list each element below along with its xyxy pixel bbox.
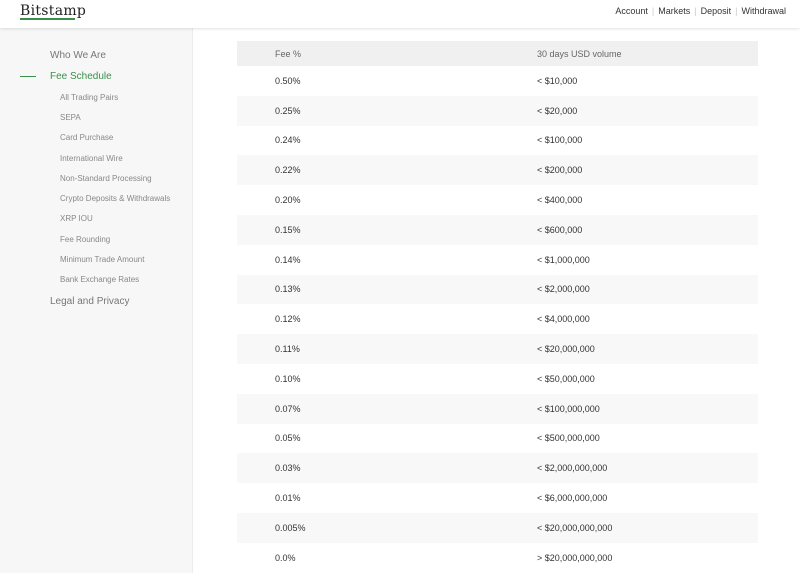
volume-cell: < $20,000,000,000 bbox=[537, 522, 613, 533]
nav-markets[interactable]: Markets bbox=[654, 6, 694, 16]
table-row: 0.15% < $600,000 bbox=[237, 214, 758, 245]
fee-table: Fee % 30 days USD volume 0.50% < $10,000 0… bbox=[237, 41, 758, 573]
table-row: 0.10% < $50,000,000 bbox=[237, 364, 758, 394]
sidebar-item-who-we-are[interactable]: Who We Are bbox=[50, 50, 106, 61]
fee-cell: 0.13% bbox=[275, 284, 301, 295]
sidebar-subitem-sepa[interactable]: SEPA bbox=[60, 113, 81, 122]
logo-underline bbox=[20, 18, 75, 20]
fee-cell: 0.25% bbox=[275, 105, 301, 116]
table-row: 0.13% < $2,000,000 bbox=[237, 274, 758, 305]
fee-cell: 0.05% bbox=[275, 433, 301, 444]
sidebar-subitem-international-wire[interactable]: International Wire bbox=[60, 154, 123, 163]
volume-cell: < $6,000,000,000 bbox=[537, 493, 608, 504]
sidebar-subitem-all-trading-pairs[interactable]: All Trading Pairs bbox=[60, 93, 118, 102]
fee-cell: 0.24% bbox=[275, 135, 301, 146]
fee-cell: 0.005% bbox=[275, 522, 306, 533]
active-indicator bbox=[20, 76, 36, 77]
volume-cell: < $500,000,000 bbox=[537, 433, 600, 444]
sidebar-subitem-fee-rounding[interactable]: Fee Rounding bbox=[60, 235, 110, 244]
sidebar-item-fee-schedule[interactable]: Fee Schedule bbox=[50, 71, 112, 82]
table-row: 0.25% < $20,000 bbox=[237, 95, 758, 126]
fee-cell: 0.01% bbox=[275, 493, 301, 504]
volume-cell: < $10,000 bbox=[537, 75, 578, 86]
table-row: 0.24% < $100,000 bbox=[237, 126, 758, 156]
sidebar: Who We Are Fee Schedule All Trading Pair… bbox=[0, 28, 193, 573]
sidebar-subitem-non-standard-processing[interactable]: Non-Standard Processing bbox=[60, 174, 152, 183]
volume-cell: < $400,000 bbox=[537, 195, 583, 206]
fee-cell: 0.12% bbox=[275, 314, 301, 325]
top-bar: Bitstamp Account | Markets | Deposit | W… bbox=[0, 0, 800, 28]
sidebar-subitem-bank-exchange-rates[interactable]: Bank Exchange Rates bbox=[60, 275, 139, 284]
table-row: 0.20% < $400,000 bbox=[237, 185, 758, 215]
volume-cell: < $1,000,000 bbox=[537, 254, 590, 265]
table-row: 0.14% < $1,000,000 bbox=[237, 245, 758, 275]
fee-cell: 0.10% bbox=[275, 373, 301, 384]
fee-cell: 0.11% bbox=[275, 344, 300, 355]
fee-cell: 0.50% bbox=[275, 75, 301, 86]
fee-cell: 0.20% bbox=[275, 195, 301, 206]
nav-withdrawal[interactable]: Withdrawal bbox=[737, 6, 790, 16]
fee-cell: 0.14% bbox=[275, 254, 301, 265]
table-row: 0.12% < $4,000,000 bbox=[237, 304, 758, 334]
sidebar-subitem-card-purchase[interactable]: Card Purchase bbox=[60, 133, 113, 142]
volume-cell: > $20,000,000,000 bbox=[537, 552, 613, 563]
fee-cell: 0.15% bbox=[275, 224, 301, 235]
table-row: 0.05% < $500,000,000 bbox=[237, 424, 758, 454]
volume-cell: < $2,000,000,000 bbox=[537, 463, 608, 474]
volume-cell: < $2,000,000 bbox=[537, 284, 590, 295]
volume-cell: < $100,000,000 bbox=[537, 403, 600, 414]
volume-cell: < $200,000 bbox=[537, 165, 583, 176]
table-row: 0.01% < $6,000,000,000 bbox=[237, 483, 758, 513]
volume-cell: < $20,000 bbox=[537, 105, 578, 116]
nav-deposit[interactable]: Deposit bbox=[697, 6, 736, 16]
table-header-row: Fee % 30 days USD volume bbox=[237, 41, 758, 66]
table-row: 0.22% < $200,000 bbox=[237, 155, 758, 186]
sidebar-subitem-xrp-iou[interactable]: XRP IOU bbox=[60, 214, 93, 223]
nav-account[interactable]: Account bbox=[611, 6, 652, 16]
fee-cell: 0.22% bbox=[275, 165, 301, 176]
sidebar-subitem-minimum-trade-amount[interactable]: Minimum Trade Amount bbox=[60, 255, 144, 264]
sidebar-item-legal-and-privacy[interactable]: Legal and Privacy bbox=[50, 296, 130, 307]
volume-cell: < $600,000 bbox=[537, 224, 583, 235]
volume-cell: < $4,000,000 bbox=[537, 314, 590, 325]
fee-cell: 0.0% bbox=[275, 552, 296, 563]
table-body: 0.50% < $10,000 0.25% < $20,000 0.24% < $100,… bbox=[237, 66, 758, 573]
top-nav: Account | Markets | Deposit | Withdrawal bbox=[611, 6, 790, 16]
volume-cell: < $50,000,000 bbox=[537, 373, 595, 384]
volume-cell: < $100,000 bbox=[537, 135, 583, 146]
table-row: 0.005% < $20,000,000,000 bbox=[237, 512, 758, 543]
column-header-fee: Fee % bbox=[275, 48, 302, 59]
table-row: 0.11% < $20,000,000 bbox=[237, 334, 758, 364]
table-row: 0.07% < $100,000,000 bbox=[237, 393, 758, 424]
table-row: 0.50% < $10,000 bbox=[237, 66, 758, 96]
bitstamp-logo[interactable]: Bitstamp bbox=[20, 3, 86, 19]
sidebar-subitem-crypto-deposits-withdrawals[interactable]: Crypto Deposits & Withdrawals bbox=[60, 194, 170, 203]
table-row: 0.0% > $20,000,000,000 bbox=[237, 543, 758, 573]
fee-cell: 0.07% bbox=[275, 403, 301, 414]
fee-cell: 0.03% bbox=[275, 463, 301, 474]
column-header-volume: 30 days USD volume bbox=[537, 48, 622, 59]
table-row: 0.03% < $2,000,000,000 bbox=[237, 453, 758, 484]
volume-cell: < $20,000,000 bbox=[537, 344, 595, 355]
